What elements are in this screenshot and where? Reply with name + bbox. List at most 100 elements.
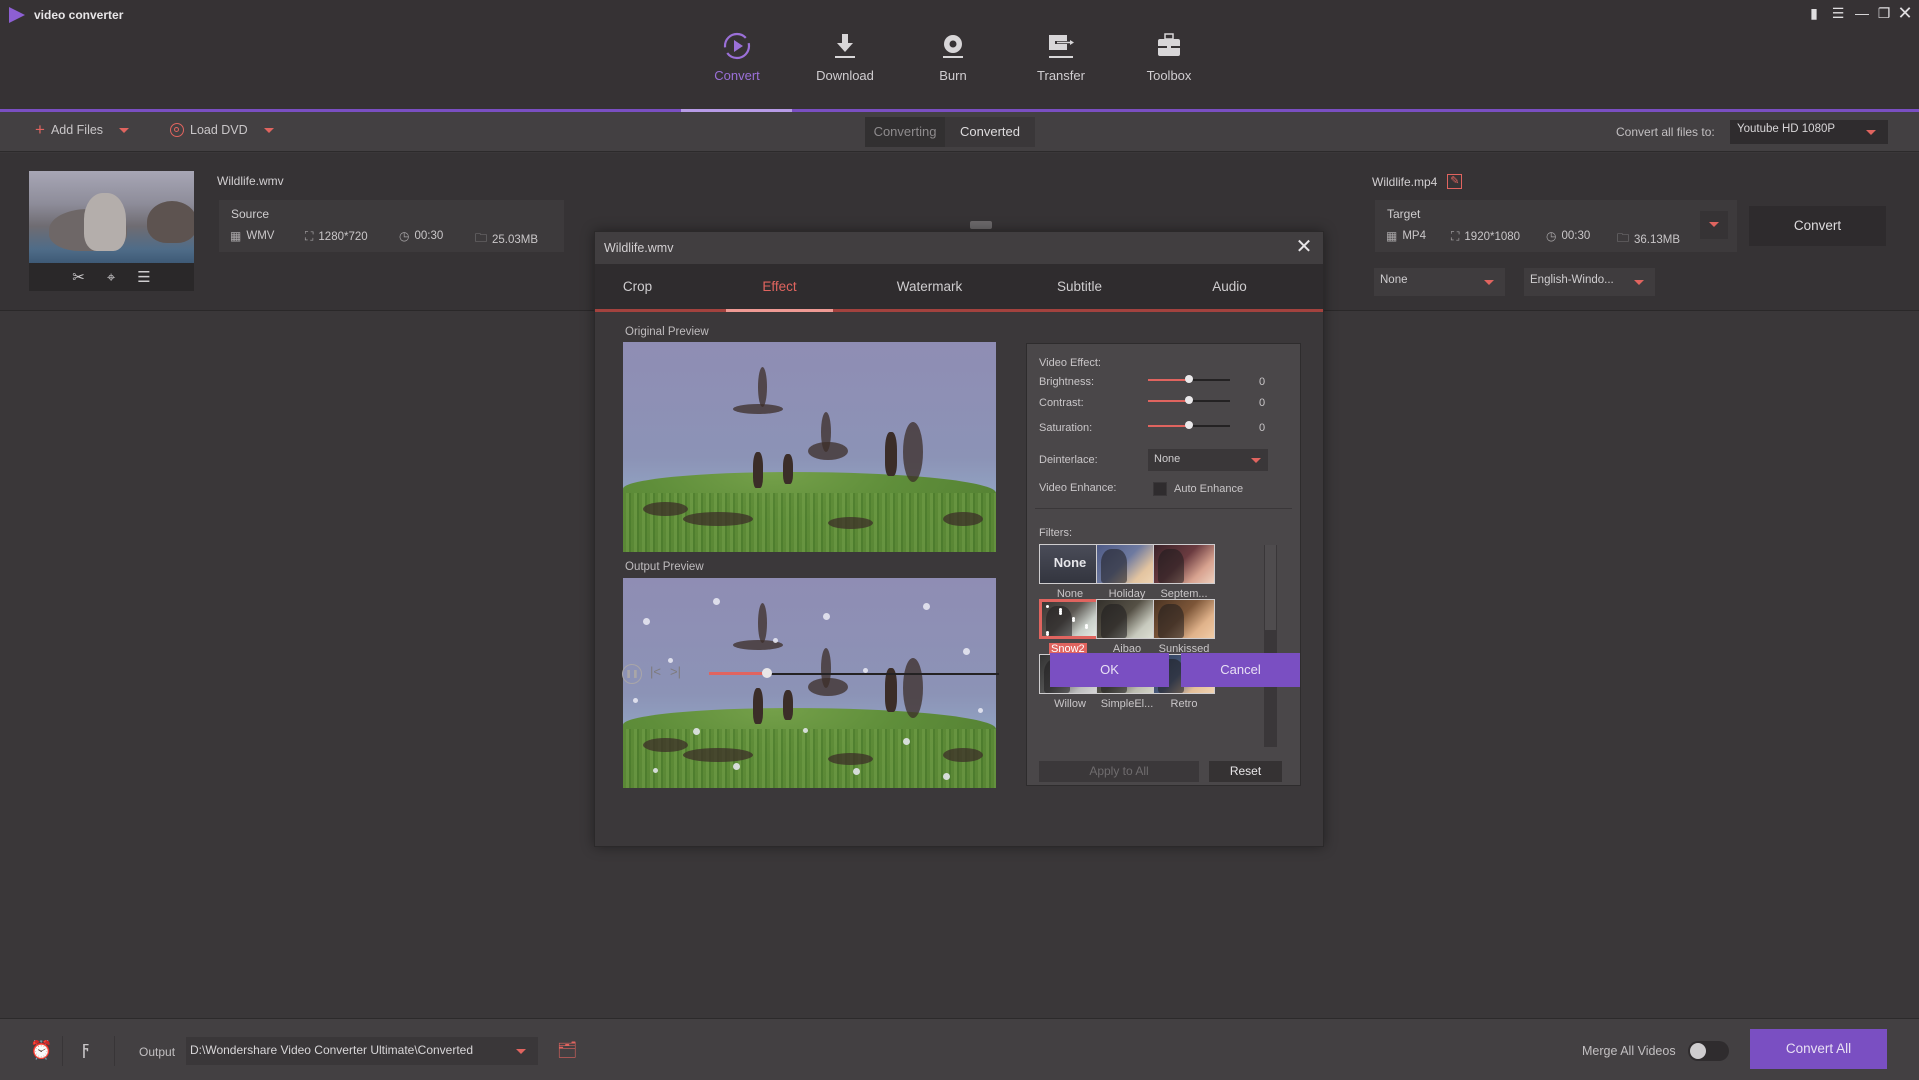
filter-thumb-aibao[interactable] — [1096, 599, 1158, 639]
subtitle-select[interactable]: None — [1374, 268, 1505, 296]
divider — [1035, 508, 1292, 509]
dialog-header — [595, 232, 1323, 264]
crop-icon[interactable]: ⌖ — [107, 269, 115, 286]
convert-all-button[interactable]: Convert All — [1750, 1029, 1887, 1069]
output-path-value: D:\Wondershare Video Converter Ultimate\… — [190, 1043, 474, 1057]
nav-transfer[interactable]: Transfer — [1006, 28, 1116, 110]
tab-converting[interactable]: Converting — [865, 117, 945, 147]
brightness-slider-handle[interactable] — [1185, 375, 1193, 383]
video-enhance-label: Video Enhance: — [1039, 482, 1117, 494]
folder-icon: 🗀 — [1617, 231, 1630, 245]
cancel-button[interactable]: Cancel — [1181, 653, 1300, 687]
source-duration-value: 00:30 — [414, 230, 444, 242]
tab-watermark[interactable]: Watermark — [857, 264, 1002, 309]
thumbnail-tools: ✂ ⌖ ☰ — [29, 263, 194, 291]
ok-button[interactable]: OK — [1050, 653, 1169, 687]
restore-icon[interactable]: ❐ — [1874, 3, 1894, 23]
convert-button[interactable]: Convert — [1749, 206, 1886, 246]
contrast-slider[interactable] — [1148, 395, 1230, 407]
reset-button[interactable]: Reset — [1209, 761, 1282, 782]
tab-subtitle[interactable]: Subtitle — [1007, 264, 1152, 309]
contrast-label: Contrast: — [1039, 397, 1084, 409]
filter-thumb-snow2[interactable] — [1039, 599, 1101, 639]
saturation-slider[interactable] — [1148, 420, 1230, 432]
source-duration: ◷ 00:30 — [399, 229, 443, 243]
chevron-down-icon — [1634, 280, 1644, 285]
filter-thumb-sunkissed[interactable] — [1153, 599, 1215, 639]
nav-toolbox[interactable]: Toolbox — [1114, 28, 1224, 110]
edit-icon[interactable]: ✎ — [1447, 174, 1463, 189]
apply-to-all-button[interactable]: Apply to All — [1039, 761, 1199, 782]
pause-button[interactable]: ❚❚ — [622, 664, 642, 684]
contrast-slider-handle[interactable] — [1185, 396, 1193, 404]
load-dvd-button[interactable]: Load DVD — [170, 123, 274, 137]
seek-bar-progress — [709, 672, 767, 675]
load-dvd-dropdown-icon[interactable] — [263, 127, 274, 133]
output-path-select[interactable]: D:\Wondershare Video Converter Ultimate\… — [186, 1037, 538, 1065]
target-format: ▦ MP4 — [1386, 229, 1426, 243]
merge-all-videos-toggle[interactable] — [1688, 1041, 1729, 1061]
trim-icon[interactable]: ✂ — [72, 268, 85, 286]
minimize-icon[interactable]: — — [1852, 3, 1872, 23]
deinterlace-label: Deinterlace: — [1039, 454, 1098, 466]
target-filename-row: Wildlife.mp4 ✎ — [1372, 174, 1463, 189]
schedule-alarm-icon[interactable]: ⏰ — [30, 1040, 52, 1061]
filter-scrollbar-thumb[interactable] — [1265, 545, 1276, 630]
original-preview — [623, 342, 996, 552]
target-duration: ◷ 00:30 — [1546, 229, 1590, 243]
filter-thumb-none[interactable]: None — [1039, 544, 1101, 584]
previous-frame-icon[interactable]: |< — [650, 664, 661, 679]
original-preview-label: Original Preview — [625, 326, 709, 338]
filters-heading: Filters: — [1039, 527, 1072, 539]
target-size-value: 36.13MB — [1634, 233, 1681, 246]
nav-download[interactable]: Download — [790, 28, 900, 110]
tab-audio[interactable]: Audio — [1157, 264, 1302, 309]
filter-thumb-septem[interactable] — [1153, 544, 1215, 584]
tab-effect[interactable]: Effect — [707, 264, 852, 309]
clock-icon: ◷ — [399, 229, 410, 243]
high-speed-icon[interactable]: ϝ — [82, 1038, 89, 1059]
brightness-slider[interactable] — [1148, 374, 1230, 386]
load-dvd-label: Load DVD — [190, 123, 248, 137]
add-files-button[interactable]: + Add Files — [35, 120, 130, 139]
burn-icon — [898, 28, 1008, 64]
nav-transfer-label: Transfer — [1037, 68, 1085, 83]
filter-thumb-holiday[interactable] — [1096, 544, 1158, 584]
arrow-right-icon — [970, 221, 992, 229]
nav-convert[interactable]: Convert — [682, 28, 792, 110]
seek-bar-handle[interactable] — [762, 668, 772, 678]
divider — [62, 1036, 63, 1066]
target-size: 🗀 36.13MB — [1617, 229, 1680, 250]
open-folder-icon[interactable]: 🗂 — [557, 1040, 577, 1060]
tab-converted[interactable]: Converted — [945, 117, 1035, 147]
add-files-dropdown-icon[interactable] — [119, 127, 130, 133]
close-icon[interactable]: ✕ — [1895, 3, 1915, 23]
convert-all-format-select[interactable]: Youtube HD 1080P — [1730, 120, 1888, 144]
tab-active-indicator — [726, 309, 833, 312]
chevron-down-icon — [1251, 458, 1261, 463]
target-resolution: ⛶ 1920*1080 — [1451, 229, 1520, 244]
next-frame-icon[interactable]: >| — [670, 664, 681, 679]
target-format-dropdown[interactable] — [1700, 211, 1728, 239]
source-size: 🗀 25.03MB — [475, 229, 538, 250]
saturation-slider-handle[interactable] — [1185, 421, 1193, 429]
plus-icon: + — [35, 120, 45, 139]
tab-crop[interactable]: Crop — [565, 264, 710, 309]
video-thumbnail[interactable] — [29, 171, 194, 263]
menu-icon[interactable]: ☰ — [1828, 3, 1848, 23]
feedback-icon[interactable]: ▮ — [1804, 3, 1824, 23]
target-info: Target ▦ MP4 ⛶ 1920*1080 ◷ 00:30 🗀 36.13MB — [1375, 200, 1737, 252]
deinterlace-select[interactable]: None — [1148, 449, 1268, 471]
nav-burn[interactable]: Burn — [898, 28, 1008, 110]
toggle-knob — [1690, 1043, 1706, 1059]
app-title: video converter — [34, 8, 124, 22]
toolbox-icon — [1114, 28, 1224, 64]
app-logo-icon — [9, 7, 25, 23]
effects-icon[interactable]: ☰ — [137, 268, 150, 286]
auto-enhance-checkbox[interactable] — [1153, 482, 1167, 496]
audio-track-select[interactable]: English-Windo... — [1524, 268, 1655, 296]
dialog-close-icon[interactable]: ✕ — [1293, 236, 1315, 258]
nav-download-label: Download — [816, 68, 874, 83]
audio-track-value: English-Windo... — [1530, 274, 1614, 286]
auto-enhance-label: Auto Enhance — [1174, 483, 1244, 495]
